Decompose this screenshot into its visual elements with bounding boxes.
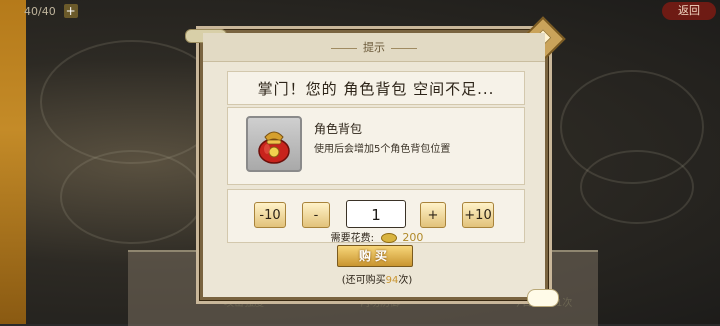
stamina-counter: 40/40 [24, 4, 56, 18]
top-bar: 40/40 + 返回 [24, 0, 720, 22]
cloud-ornament-icon [527, 289, 559, 307]
minus-button[interactable]: - [302, 202, 330, 228]
remaining-count: 94 [385, 275, 399, 286]
remaining-purchases: (还可购买94次) [341, 275, 413, 286]
red-pouch-icon [246, 116, 302, 172]
plus-10-button[interactable]: +10 [462, 202, 494, 228]
plus-button[interactable]: + [420, 202, 446, 228]
warning-message: 掌门！您的 角色背包 空间不足... [227, 71, 525, 105]
item-panel: 角色背包 使用后会增加5个角色背包位置 [227, 107, 525, 185]
back-button[interactable]: 返回 [662, 2, 716, 20]
cost-line: 需要花费: 200 [203, 229, 551, 244]
dialog-header: 提示 [203, 33, 545, 62]
minus-10-button[interactable]: -10 [254, 202, 286, 228]
quantity-input[interactable]: 1 [346, 200, 406, 228]
add-stamina-button[interactable]: + [63, 4, 78, 18]
item-name: 角色背包 [314, 122, 363, 136]
cost-label: 需要花费: [330, 233, 374, 244]
hint-dialog: 提示 掌门！您的 角色背包 空间不足... 角色背包 使用后会增加5个角色背包位… [185, 16, 566, 307]
item-description: 使用后会增加5个角色背包位置 [314, 144, 451, 155]
left-side-strip [0, 0, 26, 324]
buy-button[interactable]: 购买 [337, 245, 413, 267]
cost-amount: 200 [402, 231, 424, 244]
dialog-title: 提示 [363, 41, 385, 54]
gold-ingot-icon [381, 233, 398, 243]
